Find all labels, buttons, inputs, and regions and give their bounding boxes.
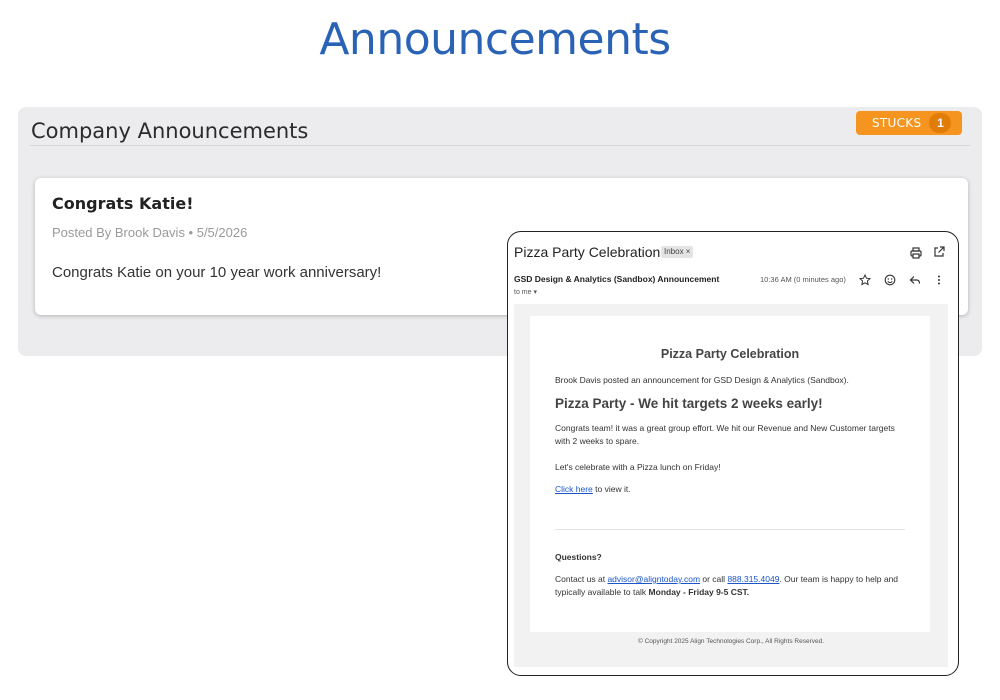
email-subject: Pizza Party Celebration xyxy=(514,244,661,260)
stucks-label: STUCKS xyxy=(872,116,922,130)
email-content-card: Pizza Party Celebration Brook Davis post… xyxy=(530,316,930,632)
email-divider xyxy=(555,529,905,530)
smile-icon[interactable] xyxy=(884,273,896,291)
panel-divider xyxy=(30,145,970,146)
email-time: 10:36 AM (0 minutes ago) xyxy=(760,275,846,284)
email-contact: Contact us at advisor@aligntoday.com or … xyxy=(555,573,905,599)
email-posted-line: Brook Davis posted an announcement for G… xyxy=(555,375,849,385)
contact-phone-link[interactable]: 888.315.4049 xyxy=(727,574,779,584)
email-paragraph-2: Let's celebrate with a Pizza lunch on Fr… xyxy=(555,462,721,472)
email-announcement-title: Pizza Party - We hit targets 2 weeks ear… xyxy=(555,396,823,411)
reply-icon[interactable] xyxy=(909,273,921,291)
announcement-title: Congrats Katie! xyxy=(52,194,194,213)
view-suffix: to view it. xyxy=(592,484,631,494)
email-copyright: © Copyright 2025 Align Technologies Corp… xyxy=(637,638,825,645)
inbox-label[interactable]: Inbox × xyxy=(661,246,694,258)
email-heading: Pizza Party Celebration xyxy=(660,347,800,361)
contact-hours: Monday - Friday 9-5 CST. xyxy=(648,587,750,597)
open-in-new-icon[interactable] xyxy=(933,245,945,263)
email-view-line: Click here to view it. xyxy=(555,484,631,494)
page-title: Announcements xyxy=(319,14,671,65)
email-preview: Pizza Party Celebration Inbox × GSD Desi… xyxy=(507,231,959,676)
stucks-button[interactable]: STUCKS 1 xyxy=(856,111,962,135)
email-paragraph-1: Congrats team! it was a great group effo… xyxy=(555,423,895,446)
click-here-link[interactable]: Click here xyxy=(555,484,593,494)
announcement-meta: Posted By Brook Davis • 5/5/2026 xyxy=(52,225,248,240)
email-questions-heading: Questions? xyxy=(555,552,602,562)
stucks-count-badge: 1 xyxy=(929,113,952,133)
star-icon[interactable] xyxy=(858,273,872,291)
contact-email-link[interactable]: advisor@aligntoday.com xyxy=(607,574,700,584)
contact-prefix: Contact us at xyxy=(555,574,608,584)
panel-title: Company Announcements xyxy=(31,119,309,143)
print-icon[interactable] xyxy=(910,246,922,264)
contact-mid: or call xyxy=(700,574,728,584)
more-vert-icon[interactable] xyxy=(936,273,942,291)
email-recipient[interactable]: to me ▾ xyxy=(514,288,537,296)
announcement-body: Congrats Katie on your 10 year work anni… xyxy=(52,264,382,281)
email-body: Pizza Party Celebration Brook Davis post… xyxy=(514,304,948,667)
email-sender: GSD Design & Analytics (Sandbox) Announc… xyxy=(514,274,720,284)
